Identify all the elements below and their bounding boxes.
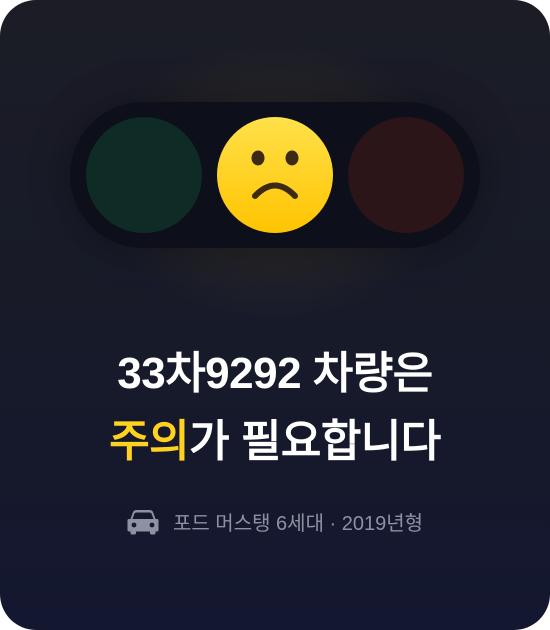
headline-accent: 주의 <box>109 417 190 466</box>
green-light <box>86 117 202 233</box>
yellow-light <box>217 117 333 233</box>
traffic-light <box>70 102 480 248</box>
car-icon <box>127 509 159 534</box>
red-light <box>348 117 464 233</box>
headline-line-2: 주의가 필요합니다 <box>0 416 550 468</box>
vehicle-description: 포드 머스탱 6세대 · 2019년형 <box>172 513 424 535</box>
headline-rest: 가 필요합니다 <box>189 417 441 466</box>
frowning-face-icon <box>217 117 333 233</box>
headline-line-1: 33차9292 차량은 <box>117 349 433 398</box>
status-card: 33차9292 차량은 주의가 필요합니다 포드 머스탱 6세대 · 2019년… <box>0 0 550 630</box>
vehicle-info: 포드 머스탱 6세대 · 2019년형 <box>0 507 550 536</box>
